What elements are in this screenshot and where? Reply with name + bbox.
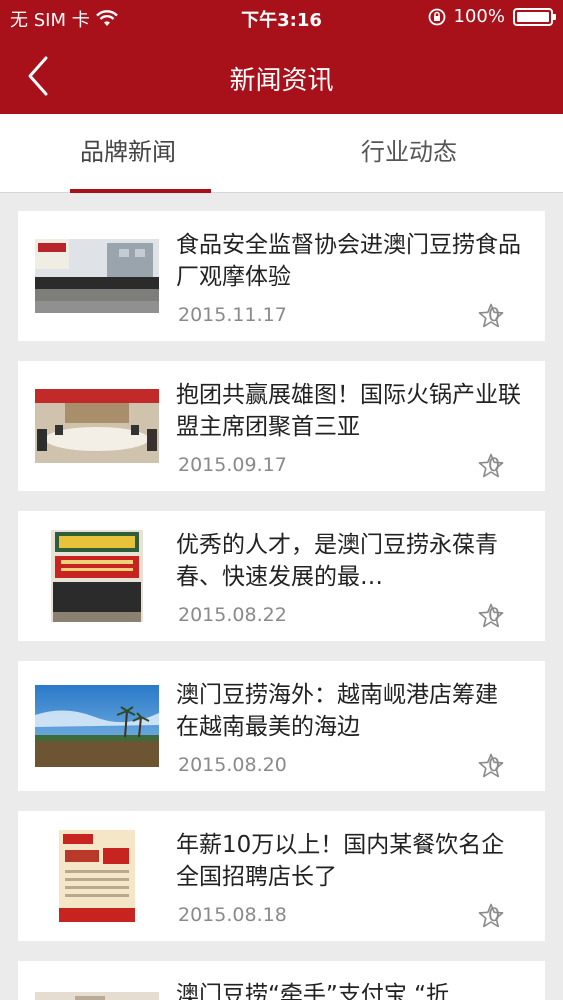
tab-brand-news[interactable]: 品牌新闻 bbox=[28, 114, 228, 193]
news-date: 2015.08.20 bbox=[178, 754, 287, 776]
news-thumbnail bbox=[35, 389, 159, 463]
battery-icon bbox=[513, 7, 556, 26]
favorite-count: 0 bbox=[488, 904, 501, 926]
news-thumbnail bbox=[59, 830, 135, 922]
news-item[interactable]: 澳门豆捞海外：越南岘港店筹建 在越南最美的海边 2015.08.20 0 bbox=[18, 661, 545, 791]
tab-bar: 品牌新闻 行业动态 bbox=[0, 114, 563, 193]
news-title: 澳门豆捞海外：越南岘港店筹建 在越南最美的海边 bbox=[176, 682, 498, 740]
battery-percent: 100% bbox=[453, 6, 505, 27]
news-title: 食品安全监督协会进澳门豆捞食品厂观摩体验 bbox=[176, 232, 521, 290]
news-title: 优秀的人才，是澳门豆捞永葆青春、快速发展的最… bbox=[176, 532, 498, 590]
news-date: 2015.11.17 bbox=[178, 304, 287, 326]
status-right: 100% bbox=[428, 6, 556, 27]
news-item[interactable]: 优秀的人才，是澳门豆捞永葆青春、快速发展的最… 2015.08.22 0 bbox=[18, 511, 545, 641]
news-thumbnail bbox=[35, 685, 159, 767]
news-date: 2015.08.18 bbox=[178, 904, 287, 926]
active-tab-indicator bbox=[70, 189, 211, 193]
rotation-lock-icon bbox=[428, 8, 445, 25]
news-thumbnail bbox=[35, 989, 159, 1000]
favorite-count: 0 bbox=[488, 754, 501, 776]
page-title: 新闻资讯 bbox=[229, 66, 334, 96]
news-item[interactable]: 澳门豆捞“牵手”支付宝 “折 bbox=[18, 961, 545, 1000]
news-thumbnail bbox=[35, 239, 159, 313]
navigation-bar: 新闻资讯 bbox=[0, 36, 563, 114]
favorite-count: 0 bbox=[488, 454, 501, 476]
news-title: 抱团共赢展雄图！国际火锅产业联盟主席团聚首三亚 bbox=[176, 382, 521, 440]
news-item[interactable]: 抱团共赢展雄图！国际火锅产业联盟主席团聚首三亚 2015.09.17 0 bbox=[18, 361, 545, 491]
news-title: 年薪10万以上！国内某餐饮名企全国招聘店长了 bbox=[176, 832, 505, 890]
favorite-count: 0 bbox=[488, 304, 501, 326]
favorite-count: 0 bbox=[488, 604, 501, 626]
status-bar: 无 SIM 卡 下午3:16 100% bbox=[0, 0, 563, 36]
news-thumbnail bbox=[51, 530, 143, 622]
tab-industry-news[interactable]: 行业动态 bbox=[309, 114, 509, 193]
news-item[interactable]: 食品安全监督协会进澳门豆捞食品厂观摩体验 2015.11.17 0 bbox=[18, 211, 545, 341]
news-title: 澳门豆捞“牵手”支付宝 “折 bbox=[176, 982, 450, 1000]
news-date: 2015.08.22 bbox=[178, 604, 287, 626]
news-item[interactable]: 年薪10万以上！国内某餐饮名企全国招聘店长了 2015.08.18 0 bbox=[18, 811, 545, 941]
news-date: 2015.09.17 bbox=[178, 454, 287, 476]
